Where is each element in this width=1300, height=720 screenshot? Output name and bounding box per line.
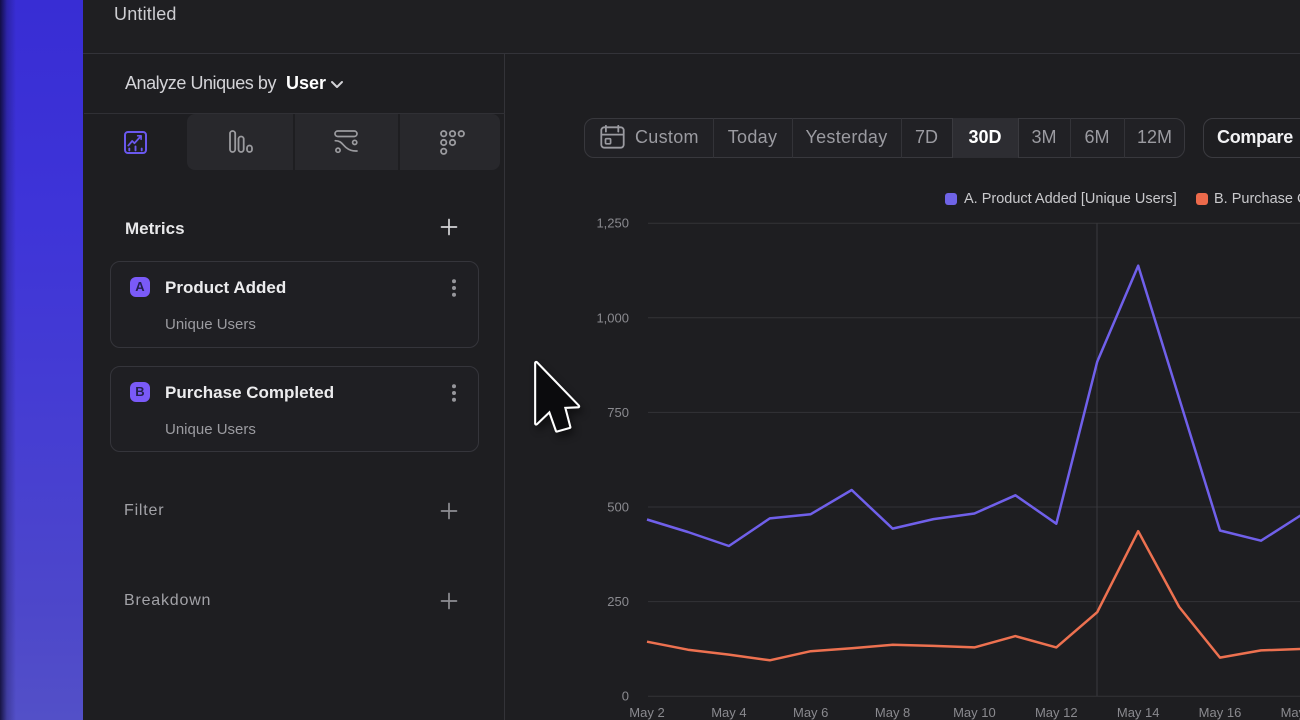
svg-text:250: 250 [607,594,629,609]
svg-text:0: 0 [622,689,629,704]
svg-text:May 14: May 14 [1117,705,1160,720]
svg-text:1,000: 1,000 [596,310,629,325]
svg-text:1,250: 1,250 [596,216,629,231]
svg-text:May 2: May 2 [629,705,664,720]
svg-text:750: 750 [607,405,629,420]
svg-text:May 12: May 12 [1035,705,1078,720]
svg-text:May 4: May 4 [711,705,746,720]
svg-text:May 10: May 10 [953,705,996,720]
svg-text:May 16: May 16 [1199,705,1242,720]
svg-text:May 18: May 18 [1281,705,1300,720]
svg-text:May 6: May 6 [793,705,828,720]
svg-text:500: 500 [607,500,629,515]
svg-text:May 8: May 8 [875,705,910,720]
